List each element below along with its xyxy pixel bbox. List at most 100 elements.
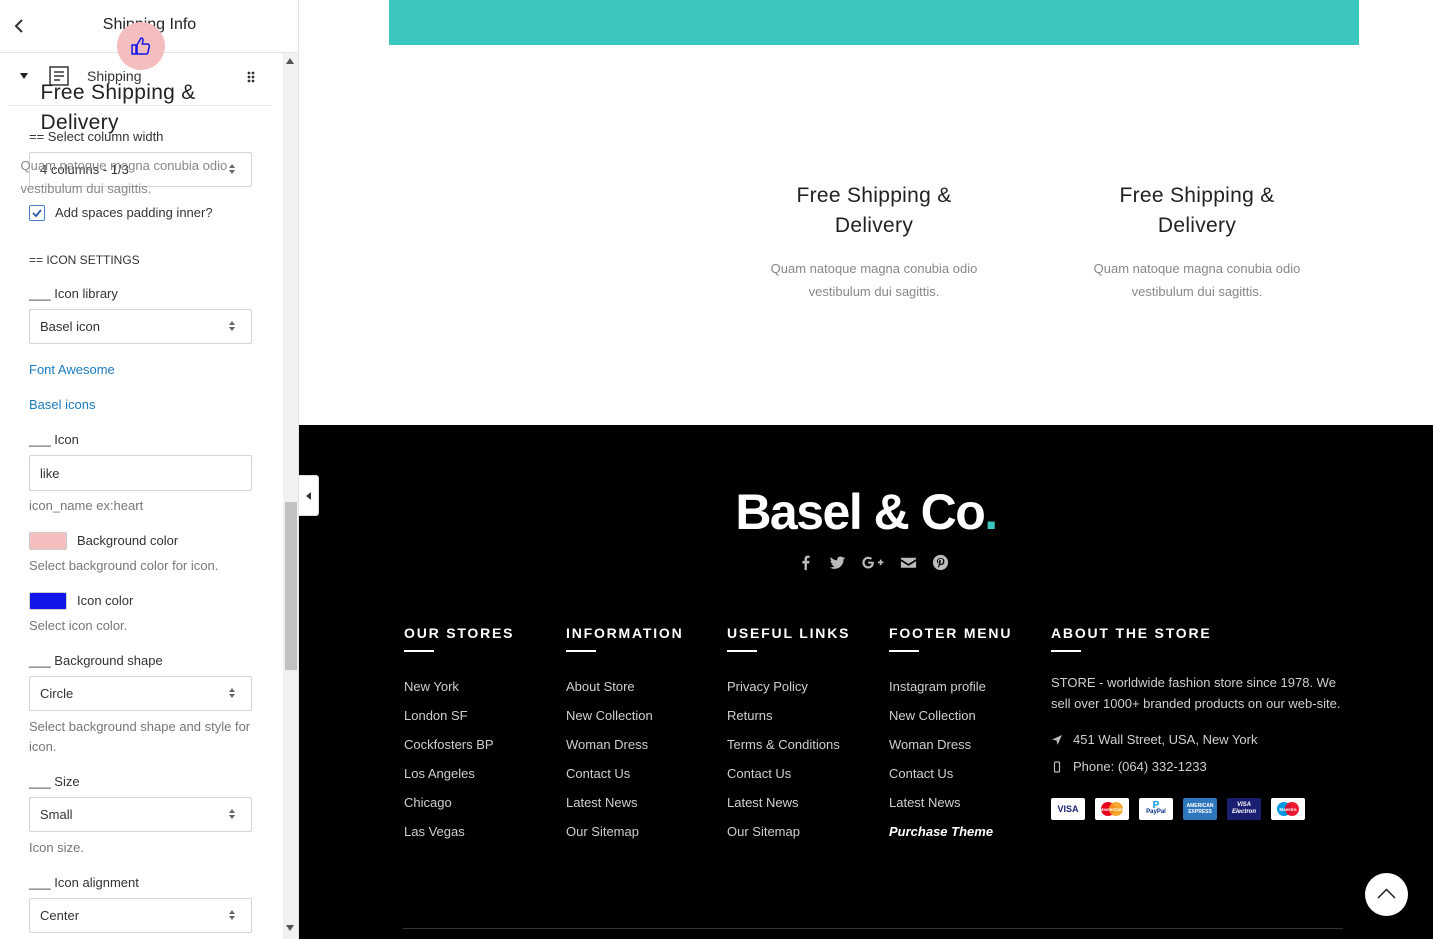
social-links	[796, 552, 950, 572]
phone-row: Phone: (064) 332-1233	[1051, 759, 1341, 774]
footer-link[interactable]: Our Sitemap	[566, 817, 684, 846]
title-underline	[566, 650, 596, 652]
icon-name-input[interactable]	[29, 455, 252, 491]
size-hint: Icon size.	[29, 840, 84, 855]
footer-column-footer-menu: FOOTER MENU Instagram profile New Collec…	[889, 625, 1012, 846]
icon-color-swatch[interactable]	[29, 592, 67, 610]
info-box: Free Shipping & Delivery Quam natoque ma…	[729, 181, 1019, 303]
footer-link[interactable]: Los Angeles	[404, 759, 514, 788]
footer-link[interactable]: Woman Dress	[889, 730, 1012, 759]
chevron-up-icon	[1377, 888, 1396, 899]
select-arrows-icon	[229, 321, 237, 333]
google-plus-icon[interactable]	[860, 553, 886, 572]
size-select[interactable]: Small	[29, 797, 252, 832]
footer-link[interactable]: London SF	[404, 701, 514, 730]
scroll-up-arrow-icon[interactable]	[286, 58, 294, 64]
site-footer: Basel & Co. OUR STORES New York London S…	[299, 425, 1433, 939]
column-title: OUR STORES	[404, 625, 515, 641]
footer-column-stores: OUR STORES New York London SF Cockfoster…	[404, 625, 514, 846]
footer-link[interactable]: Our Sitemap	[727, 817, 850, 846]
info-box-description: Quam natoque magna conubia odio vestibul…	[1093, 261, 1301, 299]
scroll-down-arrow-icon[interactable]	[286, 925, 294, 931]
background-shape-select[interactable]: Circle	[29, 676, 252, 711]
icon-circle[interactable]	[116, 22, 165, 70]
footer-link[interactable]: Privacy Policy	[727, 672, 850, 701]
footer-link[interactable]: New Collection	[889, 701, 1012, 730]
icon-alignment-label: ___ Icon alignment	[29, 875, 139, 890]
footer-divider	[403, 928, 1343, 929]
payment-cards: VISA MasterCard P PayPal AMERICAN EXPRESS…	[1051, 798, 1341, 820]
footer-column-useful-links: USEFUL LINKS Privacy Policy Returns Term…	[727, 625, 850, 846]
column-title: FOOTER MENU	[889, 625, 1013, 641]
info-box-description: Quam natoque magna conubia odio vestibul…	[20, 158, 228, 196]
footer-link[interactable]: Latest News	[566, 788, 684, 817]
panel-scrollbar[interactable]	[283, 53, 298, 939]
icon-alignment-select[interactable]: Center	[29, 898, 252, 933]
footer-link[interactable]: Woman Dress	[566, 730, 684, 759]
footer-link[interactable]: Returns	[727, 701, 850, 730]
column-title: ABOUT THE STORE	[1051, 625, 1212, 641]
visa-card: VISA	[1051, 798, 1085, 820]
footer-link[interactable]: Terms & Conditions	[727, 730, 850, 759]
footer-link[interactable]: Las Vegas	[404, 817, 514, 846]
facebook-icon[interactable]	[796, 553, 815, 572]
maestro-label: Maestro	[1279, 807, 1297, 812]
footer-link[interactable]: New York	[404, 672, 514, 701]
address-text: 451 Wall Street, USA, New York	[1073, 732, 1258, 747]
footer-link[interactable]: Latest News	[889, 788, 1012, 817]
pinterest-icon[interactable]	[931, 553, 950, 572]
footer-link[interactable]: Contact Us	[727, 759, 850, 788]
footer-link[interactable]: Instagram profile	[889, 672, 1012, 701]
footer-link[interactable]: About Store	[566, 672, 684, 701]
purchase-theme-link[interactable]: Purchase Theme	[889, 817, 1012, 846]
collapse-panel-button[interactable]	[299, 475, 319, 516]
envelope-icon[interactable]	[899, 553, 918, 572]
scroll-to-top-button[interactable]	[1365, 873, 1408, 916]
icon-color-hint: Select icon color.	[29, 618, 128, 633]
paypal-mark-icon: P	[1152, 800, 1160, 811]
mastercard-label: MasterCard	[1100, 807, 1125, 812]
scrollbar-thumb[interactable]	[285, 502, 297, 670]
twitter-icon[interactable]	[828, 553, 847, 572]
title-underline	[1051, 650, 1081, 652]
size-value: Small	[40, 807, 73, 822]
maestro-card: Maestro	[1271, 798, 1305, 820]
location-arrow-icon	[1052, 734, 1062, 745]
info-box-description: Quam natoque magna conubia odio vestibul…	[770, 261, 978, 299]
background-color-label: Background color	[77, 533, 179, 548]
background-color-swatch[interactable]	[29, 532, 67, 550]
phone-text: Phone: (064) 332-1233	[1073, 759, 1207, 774]
footer-link[interactable]: New Collection	[566, 701, 684, 730]
footer-column-about: ABOUT THE STORE STORE - worldwide fashio…	[1051, 625, 1341, 820]
footer-link[interactable]: Latest News	[727, 788, 850, 817]
size-label: ___ Size	[29, 774, 80, 789]
basel-icons-link[interactable]: Basel icons	[29, 397, 95, 412]
teal-banner	[389, 0, 1359, 45]
icon-library-select[interactable]: Basel icon	[29, 309, 252, 344]
info-box-title: Free Shipping & Delivery	[1119, 184, 1275, 237]
footer-link[interactable]: Contact Us	[566, 759, 684, 788]
column-title: USEFUL LINKS	[727, 625, 851, 641]
footer-link[interactable]: Cockfosters BP	[404, 730, 514, 759]
select-arrows-icon	[229, 688, 237, 700]
logo-dot: .	[984, 484, 998, 540]
visa-electron-card: VISA Electron	[1227, 798, 1261, 820]
info-box-selected[interactable]: Free Shipping & Delivery Quam natoque ma…	[0, 0, 285, 224]
address-row: 451 Wall Street, USA, New York	[1051, 732, 1341, 747]
padding-checkbox[interactable]	[29, 205, 45, 221]
padding-label: Add spaces padding inner?	[55, 205, 213, 220]
footer-link[interactable]: Chicago	[404, 788, 514, 817]
title-underline	[889, 650, 919, 652]
footer-link[interactable]: Contact Us	[889, 759, 1012, 788]
background-color-hint: Select background color for icon.	[29, 558, 219, 573]
footer-logo[interactable]: Basel & Co.	[299, 483, 1433, 541]
icon-library-value: Basel icon	[40, 319, 100, 334]
mastercard-card: MasterCard	[1095, 798, 1129, 820]
info-box-title: Free Shipping & Delivery	[40, 81, 196, 134]
about-text: STORE - worldwide fashion store since 19…	[1051, 675, 1341, 711]
select-arrows-icon	[229, 910, 237, 922]
info-box: Free Shipping & Delivery Quam natoque ma…	[1052, 181, 1342, 303]
background-shape-label: ___ Background shape	[29, 653, 163, 668]
font-awesome-link[interactable]: Font Awesome	[29, 362, 115, 377]
footer-column-information: INFORMATION About Store New Collection W…	[566, 625, 684, 846]
